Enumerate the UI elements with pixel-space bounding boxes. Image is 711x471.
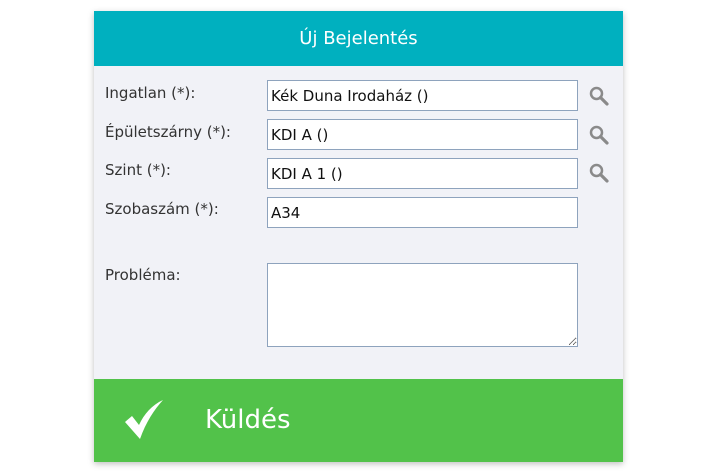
wing-field[interactable] xyxy=(267,119,578,150)
panel-header: Új Bejelentés xyxy=(94,11,623,66)
room-label: Szobaszám (*): xyxy=(105,200,219,218)
floor-field[interactable] xyxy=(267,158,578,189)
problem-label: Probléma: xyxy=(105,266,181,284)
property-field[interactable] xyxy=(267,80,578,111)
floor-search-button[interactable] xyxy=(588,162,610,184)
floor-label: Szint (*): xyxy=(105,161,171,179)
checkmark-icon xyxy=(125,400,163,439)
panel-title: Új Bejelentés xyxy=(299,28,418,49)
room-field[interactable] xyxy=(267,197,578,228)
submit-label: Küldés xyxy=(205,405,291,435)
wing-search-button[interactable] xyxy=(588,124,610,146)
property-search-button[interactable] xyxy=(588,85,610,107)
new-report-panel: Új Bejelentés Ingatlan (*): Épületszárny… xyxy=(94,11,623,462)
wing-label: Épületszárny (*): xyxy=(105,123,231,141)
search-icon xyxy=(589,125,609,145)
submit-button[interactable]: Küldés xyxy=(94,379,623,462)
property-label: Ingatlan (*): xyxy=(105,84,196,102)
search-icon xyxy=(589,86,609,106)
problem-textarea[interactable] xyxy=(267,263,578,347)
search-icon xyxy=(589,163,609,183)
